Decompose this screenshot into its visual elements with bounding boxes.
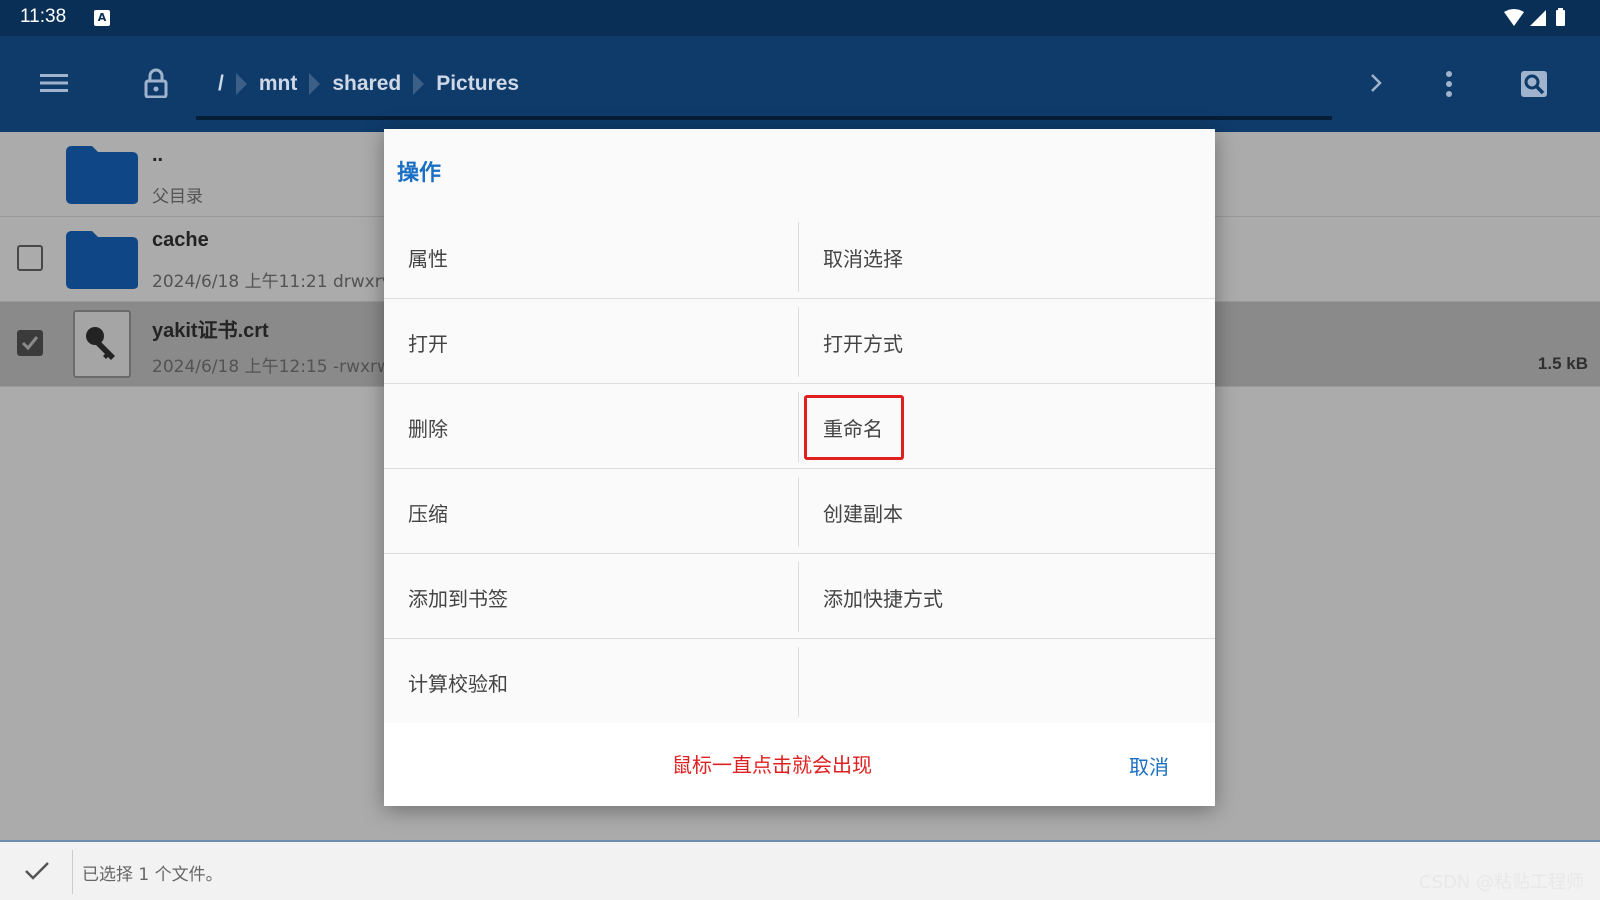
divider [72,850,73,894]
hamburger-menu-icon[interactable] [40,72,68,94]
action-row: 压缩 创建副本 [384,469,1215,554]
action-grid: 属性 取消选择 打开 打开方式 删除 重命名 压缩 创建副本 添加到书签 添加快… [384,214,1215,724]
action-properties[interactable]: 属性 [384,214,799,299]
search-icon[interactable] [1520,70,1548,98]
action-add-bookmark[interactable]: 添加到书签 [384,554,799,639]
action-deselect[interactable]: 取消选择 [799,214,1214,299]
input-method-icon: A [94,10,110,26]
action-row: 删除 重命名 [384,384,1215,469]
chevron-right-icon[interactable] [1368,72,1384,94]
cancel-button[interactable]: 取消 [1129,751,1169,780]
action-duplicate[interactable]: 创建副本 [799,469,1214,554]
app-toolbar: / mnt shared Pictures [0,36,1600,132]
action-row: 计算校验和 [384,639,1215,724]
action-open-with[interactable]: 打开方式 [799,299,1214,384]
action-empty [799,639,1214,724]
dialog-title: 操作 [397,161,442,186]
action-row: 打开 打开方式 [384,299,1215,384]
clock: 11:38 [20,6,67,27]
path-underline [196,116,1332,120]
action-row: 属性 取消选择 [384,214,1215,299]
action-checksum[interactable]: 计算校验和 [384,639,799,724]
action-add-shortcut[interactable]: 添加快捷方式 [799,554,1214,639]
annotation-note: 鼠标一直点击就会出现 [672,753,872,777]
breadcrumb-separator-icon [413,73,425,95]
actions-dialog: 操作 属性 取消选择 打开 打开方式 删除 重命名 压缩 创建副本 添加到书签 … [384,129,1215,806]
breadcrumb: / mnt shared Pictures [210,72,527,96]
system-status-icons [1504,8,1565,26]
signal-icon [1530,10,1546,26]
highlight-box [804,395,904,460]
battery-icon [1556,10,1565,26]
wifi-icon [1504,9,1524,26]
breadcrumb-item-shared[interactable]: shared [332,72,401,96]
breadcrumb-separator-icon [309,73,321,95]
selection-status: 已选择 1 个文件。 [82,865,223,885]
action-compress[interactable]: 压缩 [384,469,799,554]
action-row: 添加到书签 添加快捷方式 [384,554,1215,639]
status-bar: 11:38 A [0,0,1600,36]
more-vertical-icon[interactable] [1444,70,1454,98]
selection-bar: 已选择 1 个文件。 [0,840,1600,900]
breadcrumb-root[interactable]: / [218,72,224,96]
watermark: CSDN @粘贴工程师 [1418,872,1584,893]
action-delete[interactable]: 删除 [384,384,799,469]
dialog-footer: 鼠标一直点击就会出现 取消 [384,723,1215,806]
breadcrumb-separator-icon [235,73,247,95]
breadcrumb-item-mnt[interactable]: mnt [259,72,298,96]
lock-icon[interactable] [144,68,168,98]
check-icon[interactable] [24,860,50,882]
action-open[interactable]: 打开 [384,299,799,384]
breadcrumb-item-pictures[interactable]: Pictures [436,72,519,96]
